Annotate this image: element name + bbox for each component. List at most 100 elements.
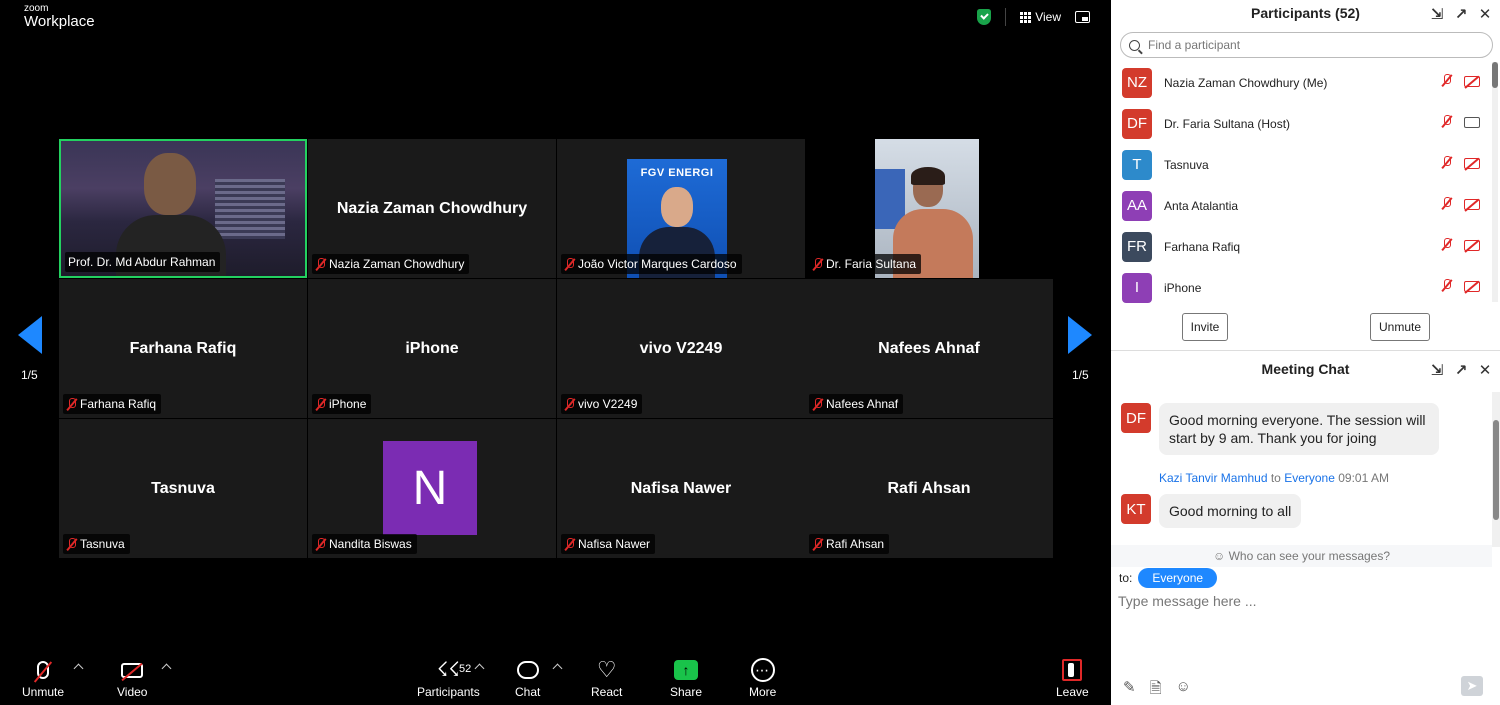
participant-name: Tasnuva <box>1164 157 1209 172</box>
video-tile[interactable]: FGV ENERGI João Victor Marques Cardoso <box>557 139 805 278</box>
tile-name-label: Nafisa Nawer <box>561 534 656 554</box>
video-tile[interactable]: Nafisa Nawer Nafisa Nawer <box>557 419 805 558</box>
participants-button[interactable]: ☇☇ Participants <box>417 655 480 699</box>
tile-name: João Victor Marques Cardoso <box>578 257 737 271</box>
invite-button[interactable]: Invite <box>1182 313 1228 341</box>
participant-list: NZ Nazia Zaman Chowdhury (Me) DF Dr. Far… <box>1111 62 1491 308</box>
video-button[interactable]: Video <box>117 655 147 699</box>
avatar: KT <box>1121 494 1151 524</box>
video-options-chevron-icon[interactable] <box>161 663 172 674</box>
format-text-icon[interactable]: ✎ <box>1123 678 1136 703</box>
mic-muted-icon <box>564 397 575 411</box>
emoji-icon[interactable]: ☺ <box>1176 678 1191 703</box>
camera-off-icon <box>1464 199 1480 210</box>
chat-button[interactable]: Chat <box>515 655 540 699</box>
chat-scrollbar[interactable] <box>1492 392 1500 547</box>
camera-off-icon <box>1464 158 1480 169</box>
tile-center-name: iPhone <box>405 339 459 357</box>
video-tile[interactable]: vivo V2249 vivo V2249 <box>557 279 805 418</box>
search-input[interactable] <box>1148 38 1448 52</box>
message-recipient[interactable]: Everyone <box>1284 471 1335 485</box>
picture-in-picture-icon[interactable] <box>1075 11 1090 23</box>
collapse-icon[interactable]: ⇲ <box>1430 2 1444 28</box>
mic-muted-icon <box>37 661 50 679</box>
message-visibility-info[interactable]: ☺ Who can see your messages? <box>1111 545 1492 567</box>
tile-name-label: Nazia Zaman Chowdhury <box>312 254 470 274</box>
tile-center-name: Nafees Ahnaf <box>878 339 980 357</box>
video-tile[interactable]: N Nandita Biswas <box>308 419 556 558</box>
react-button[interactable]: ♡ React <box>591 655 622 700</box>
chat-message: KT Good morning to all <box>1121 494 1302 528</box>
tile-name: Nafees Ahnaf <box>826 397 899 411</box>
participant-row[interactable]: T Tasnuva <box>1111 144 1491 185</box>
tile-center-name: Tasnuva <box>151 479 215 497</box>
participant-row[interactable]: FR Farhana Rafiq <box>1111 226 1491 267</box>
message-sender[interactable]: Kazi Tanvir Mamhud <box>1159 471 1268 485</box>
mic-muted-icon <box>1441 156 1452 169</box>
audio-options-chevron-icon[interactable] <box>73 663 84 674</box>
mic-muted-icon <box>315 397 326 411</box>
recipient-selector: to: Everyone <box>1119 568 1218 588</box>
message-to-word: to <box>1270 471 1281 485</box>
participants-label: Participants <box>417 685 480 699</box>
participant-name: Anta Atalantia <box>1164 198 1239 213</box>
mic-muted-icon <box>812 257 823 271</box>
participant-avatar: N <box>383 441 477 535</box>
tile-name: Rafi Ahsan <box>826 537 885 551</box>
tile-name: Prof. Dr. Md Abdur Rahman <box>68 255 216 269</box>
chat-options-chevron-icon[interactable] <box>552 663 563 674</box>
next-page-arrow-icon[interactable] <box>1068 316 1092 354</box>
panel-divider <box>1111 350 1500 351</box>
unmute-me-button[interactable]: Unmute <box>1370 313 1430 341</box>
send-icon[interactable]: ➤ <box>1461 676 1483 696</box>
participant-row[interactable]: AA Anta Atalantia <box>1111 185 1491 226</box>
participants-scrollbar[interactable] <box>1492 62 1498 302</box>
chat-message: DF Good morning everyone. The session wi… <box>1121 403 1439 455</box>
share-button[interactable]: ↑ Share <box>670 655 702 699</box>
chat-header: Meeting Chat ⇲ ↗ ✕ <box>1111 357 1500 381</box>
mic-muted-icon <box>66 397 77 411</box>
file-icon[interactable]: 🗎 <box>1150 678 1162 703</box>
previous-page-arrow-icon[interactable] <box>18 316 42 354</box>
participant-row[interactable]: NZ Nazia Zaman Chowdhury (Me) <box>1111 62 1491 103</box>
pop-out-icon[interactable]: ↗ <box>1454 2 1468 28</box>
mic-muted-icon <box>1441 74 1452 87</box>
view-button[interactable]: View <box>1020 10 1061 24</box>
close-icon[interactable]: ✕ <box>1478 2 1492 28</box>
more-button[interactable]: ⋯ More <box>749 655 776 699</box>
recipient-dropdown[interactable]: Everyone <box>1138 568 1218 588</box>
mic-muted-icon <box>315 257 326 271</box>
video-tile[interactable]: Prof. Dr. Md Abdur Rahman <box>59 139 307 278</box>
avatar: NZ <box>1122 67 1152 98</box>
participants-icon: ☇☇ <box>436 659 460 681</box>
security-shield-icon[interactable] <box>977 9 992 25</box>
participant-search[interactable] <box>1120 32 1493 58</box>
leave-button[interactable]: Leave <box>1056 655 1089 699</box>
participant-row[interactable]: DF Dr. Faria Sultana (Host) <box>1111 103 1491 144</box>
pop-out-icon[interactable]: ↗ <box>1454 359 1468 383</box>
unmute-button[interactable]: Unmute <box>22 655 64 699</box>
participant-row[interactable]: I iPhone <box>1111 267 1491 308</box>
tile-center-name: vivo V2249 <box>639 339 723 357</box>
video-tile[interactable]: Rafi Ahsan Rafi Ahsan <box>805 419 1053 558</box>
close-icon[interactable]: ✕ <box>1478 359 1492 383</box>
message-input[interactable] <box>1118 593 1488 609</box>
collapse-icon[interactable]: ⇲ <box>1430 359 1444 383</box>
video-tile[interactable]: Tasnuva Tasnuva <box>59 419 307 558</box>
grid-view-icon <box>1020 11 1032 23</box>
view-label: View <box>1035 10 1061 24</box>
tile-name-label: iPhone <box>312 394 372 414</box>
mic-muted-icon <box>564 257 575 271</box>
video-tile[interactable]: Dr. Faria Sultana <box>805 139 1053 278</box>
video-tile[interactable]: iPhone iPhone <box>308 279 556 418</box>
mic-muted-icon <box>812 537 823 551</box>
mic-muted-icon <box>1441 238 1452 251</box>
participant-name: Dr. Faria Sultana (Host) <box>1164 116 1291 131</box>
meeting-area: zoom Workplace View Prof. Dr. Md Abdur R… <box>0 0 1110 705</box>
video-tile[interactable]: Nazia Zaman Chowdhury Nazia Zaman Chowdh… <box>308 139 556 278</box>
share-arrow-icon: ↑ <box>674 660 699 680</box>
video-tile[interactable]: Nafees Ahnaf Nafees Ahnaf <box>805 279 1053 418</box>
to-label: to: <box>1119 571 1133 585</box>
video-tile[interactable]: Farhana Rafiq Farhana Rafiq <box>59 279 307 418</box>
brand-main: Workplace <box>24 13 95 30</box>
